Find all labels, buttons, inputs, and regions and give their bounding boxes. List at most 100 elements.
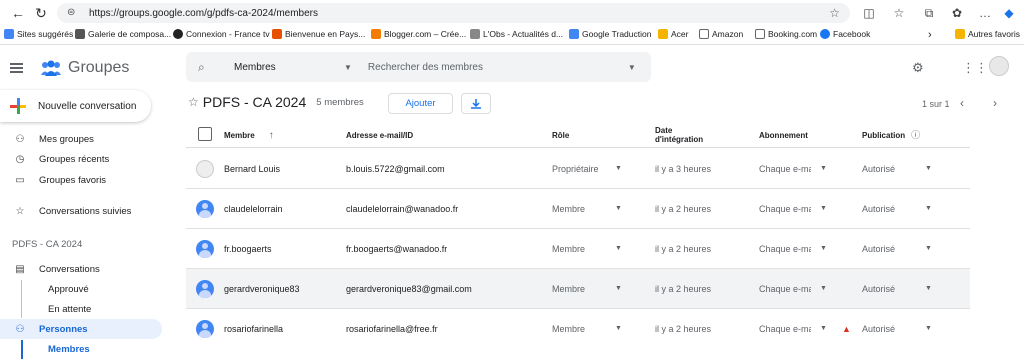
table-row[interactable]: rosariofarinella rosariofarinella@free.f… bbox=[186, 309, 970, 349]
search-icon[interactable]: ⌕ bbox=[198, 60, 214, 75]
bookmark-item[interactable]: Blogger.com – Crée... bbox=[371, 29, 466, 39]
chevron-down-icon[interactable]: ▼ bbox=[615, 325, 622, 332]
avatar bbox=[196, 160, 214, 178]
star-icon[interactable]: ☆ bbox=[188, 95, 199, 109]
chevron-down-icon[interactable]: ▼ bbox=[615, 205, 622, 212]
member-subscription-select[interactable]: Chaque e-ma bbox=[759, 189, 811, 229]
back-icon[interactable]: ← bbox=[8, 3, 28, 23]
sidebar-item-followed-conversations[interactable]: ☆ Conversations suivies bbox=[0, 201, 162, 221]
member-role-select[interactable]: Membre bbox=[552, 309, 585, 349]
member-joined: il y a 2 heures bbox=[655, 244, 712, 254]
add-members-button[interactable]: Ajouter bbox=[388, 93, 453, 114]
chevron-down-icon[interactable]: ▼ bbox=[344, 63, 352, 72]
chevron-down-icon[interactable]: ▼ bbox=[925, 285, 932, 292]
bookmark-item[interactable]: Booking.com bbox=[755, 29, 817, 39]
sidebar-item-approved[interactable]: Approuvé bbox=[48, 284, 89, 295]
pagination-label: 1 sur 1 bbox=[922, 99, 950, 109]
next-page-icon[interactable]: › bbox=[993, 96, 997, 110]
sidebar-item-conversations[interactable]: ▤ Conversations bbox=[0, 259, 162, 279]
new-conversation-button[interactable]: Nouvelle conversation bbox=[0, 90, 151, 122]
member-role-select[interactable]: Propriétaire bbox=[552, 149, 599, 189]
chevron-down-icon[interactable]: ▼ bbox=[820, 205, 827, 212]
split-view-icon[interactable]: ◫ bbox=[860, 4, 878, 22]
bookmark-star-icon[interactable]: ☆ bbox=[829, 6, 840, 20]
member-joined: il y a 3 heures bbox=[655, 164, 712, 174]
chevron-down-icon[interactable]: ▼ bbox=[820, 325, 827, 332]
reload-icon[interactable]: ↻ bbox=[31, 3, 51, 23]
member-subscription-select[interactable]: Chaque e-ma bbox=[759, 309, 811, 349]
settings-icon[interactable]: ⚙ bbox=[912, 60, 924, 76]
sidebar-item-recent-groups[interactable]: ◷ Groupes récents bbox=[0, 149, 162, 169]
site-info-icon[interactable]: ⊜ bbox=[67, 7, 79, 19]
member-role-select[interactable]: Membre bbox=[552, 229, 585, 269]
chevron-down-icon[interactable]: ▼ bbox=[925, 205, 932, 212]
column-member[interactable]: Membre ↑ bbox=[224, 122, 274, 148]
chevron-down-icon[interactable]: ▼ bbox=[925, 245, 932, 252]
chevron-down-icon[interactable]: ▼ bbox=[925, 165, 932, 172]
member-subscription-select[interactable]: Chaque e-ma bbox=[759, 269, 811, 309]
bookmark-item[interactable]: Galerie de composa... bbox=[75, 29, 171, 39]
bookmark-favicon bbox=[75, 29, 85, 39]
table-row[interactable]: claudelelorrain claudelelorrain@wanadoo.… bbox=[186, 189, 970, 229]
search-input[interactable]: Rechercher des membres bbox=[368, 62, 628, 73]
search-options-icon[interactable]: ▼ bbox=[628, 63, 636, 72]
extension-icon[interactable]: ✿ bbox=[948, 4, 966, 22]
sidebar-item-people[interactable]: ⚇ Personnes bbox=[0, 319, 162, 339]
info-icon[interactable]: ⓘ bbox=[911, 130, 920, 140]
copilot-icon[interactable]: ◆ bbox=[1000, 4, 1018, 22]
member-name: gerardveronique83 bbox=[224, 284, 300, 294]
member-subscription-select[interactable]: Chaque e-ma bbox=[759, 229, 811, 269]
bookmark-item[interactable]: Autres favoris bbox=[955, 29, 1020, 39]
chevron-down-icon[interactable]: ▼ bbox=[615, 245, 622, 252]
search-bar[interactable]: ⌕ Membres ▼ Rechercher des membres ▼ bbox=[186, 52, 651, 82]
member-publication-select[interactable]: Autorisé bbox=[862, 309, 895, 349]
bookmark-item[interactable]: Facebook bbox=[820, 29, 870, 39]
select-all-checkbox[interactable] bbox=[198, 127, 212, 141]
bookmark-item[interactable]: Acer bbox=[658, 29, 688, 39]
bookmark-item[interactable]: Bienvenue en Pays... bbox=[272, 29, 365, 39]
member-subscription-select[interactable]: Chaque e-ma bbox=[759, 149, 811, 189]
chevron-down-icon[interactable]: ▼ bbox=[615, 285, 622, 292]
prev-page-icon[interactable]: ‹ bbox=[960, 96, 964, 110]
member-publication-select[interactable]: Autorisé bbox=[862, 149, 895, 189]
sidebar-item-favorite-groups[interactable]: ▭ Groupes favoris bbox=[0, 170, 162, 190]
table-row[interactable]: gerardveronique83 gerardveronique83@gmai… bbox=[186, 269, 970, 309]
table-row[interactable]: Bernard Louis b.louis.5722@gmail.com Pro… bbox=[186, 149, 970, 189]
chevron-down-icon[interactable]: ▼ bbox=[820, 285, 827, 292]
member-role-select[interactable]: Membre bbox=[552, 189, 585, 229]
favorites-icon[interactable]: ☆ bbox=[890, 4, 908, 22]
bookmark-item[interactable]: Amazon bbox=[699, 29, 743, 39]
table-row[interactable]: fr.boogaerts fr.boogaerts@wanadoo.fr Mem… bbox=[186, 229, 970, 269]
sort-ascending-icon[interactable]: ↑ bbox=[269, 130, 274, 140]
bookmark-item[interactable]: L'Obs - Actualités d... bbox=[470, 29, 563, 39]
bookmark-item[interactable]: Google Traduction bbox=[569, 29, 651, 39]
member-publication-select[interactable]: Autorisé bbox=[862, 229, 895, 269]
bookmarks-overflow-icon[interactable]: › bbox=[928, 29, 932, 41]
address-bar[interactable]: ⊜ https://groups.google.com/g/pdfs-ca-20… bbox=[57, 3, 850, 23]
app-header: Groupes bbox=[10, 56, 129, 80]
sidebar-item-my-groups[interactable]: ⚇ Mes groupes bbox=[0, 129, 162, 149]
menu-icon[interactable] bbox=[10, 63, 24, 73]
sidebar-item-label: Personnes bbox=[39, 323, 88, 335]
chevron-down-icon[interactable]: ▼ bbox=[615, 165, 622, 172]
clock-icon: ◷ bbox=[15, 153, 25, 165]
export-button[interactable] bbox=[461, 93, 491, 114]
search-scope-select[interactable]: Membres bbox=[234, 62, 344, 73]
member-publication-select[interactable]: Autorisé bbox=[862, 269, 895, 309]
chevron-down-icon[interactable]: ▼ bbox=[820, 245, 827, 252]
avatar bbox=[196, 280, 214, 298]
apps-grid-icon[interactable]: ⋮⋮ bbox=[962, 60, 988, 76]
chevron-down-icon[interactable]: ▼ bbox=[925, 325, 932, 332]
sidebar-item-members[interactable]: Membres bbox=[48, 344, 90, 355]
member-publication-select[interactable]: Autorisé bbox=[862, 189, 895, 229]
column-email: Adresse e-mail/ID bbox=[346, 130, 414, 140]
account-avatar[interactable] bbox=[989, 56, 1009, 76]
avatar bbox=[196, 320, 214, 338]
chevron-down-icon[interactable]: ▼ bbox=[820, 165, 827, 172]
collections-icon[interactable]: ⧉ bbox=[920, 4, 938, 22]
more-menu-icon[interactable]: … bbox=[976, 4, 994, 22]
sidebar-item-pending[interactable]: En attente bbox=[48, 304, 91, 315]
bookmark-item[interactable]: Sites suggérés bbox=[4, 29, 73, 39]
bookmark-item[interactable]: Connexion - France tv bbox=[173, 29, 270, 39]
member-role-select[interactable]: Membre bbox=[552, 269, 585, 309]
